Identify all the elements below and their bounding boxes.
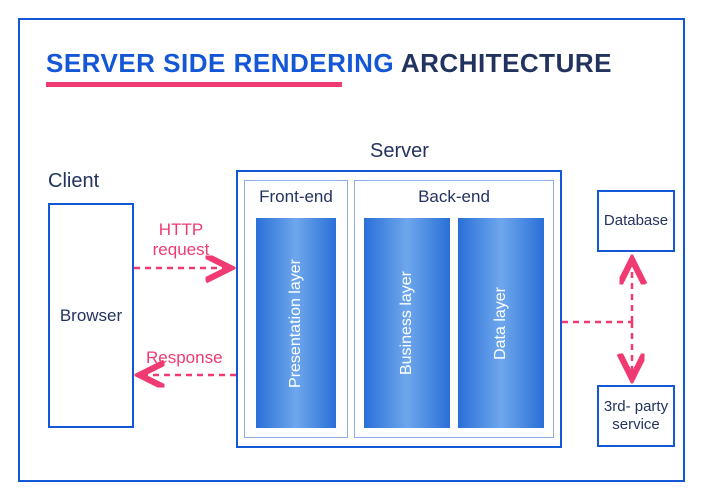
diagram-title: SERVER SIDE RENDERING ARCHITECTURE <box>46 48 612 79</box>
presentation-layer: Presentation layer <box>256 218 336 428</box>
back-end-label: Back-end <box>355 187 553 207</box>
business-layer: Business layer <box>364 218 450 428</box>
data-layer-label: Data layer <box>491 287 510 360</box>
server-section-label: Server <box>370 140 429 163</box>
client-section-label: Client <box>48 170 99 193</box>
response-label: Response <box>146 348 223 368</box>
title-highlight: SERVER SIDE RENDERING <box>46 48 394 78</box>
title-underline <box>46 82 342 87</box>
presentation-layer-label: Presentation layer <box>286 259 305 388</box>
http-request-label: HTTP request <box>146 220 216 259</box>
database-box: Database <box>597 190 675 252</box>
data-layer: Data layer <box>458 218 544 428</box>
title-rest: ARCHITECTURE <box>394 48 612 78</box>
third-party-box: 3rd- party service <box>597 385 675 447</box>
client-box-label: Browser <box>60 306 122 326</box>
client-box: Browser <box>48 203 134 428</box>
third-party-label: 3rd- party service <box>603 398 669 434</box>
front-end-label: Front-end <box>245 187 347 207</box>
business-layer-label: Business layer <box>397 271 416 375</box>
database-label: Database <box>604 212 668 230</box>
